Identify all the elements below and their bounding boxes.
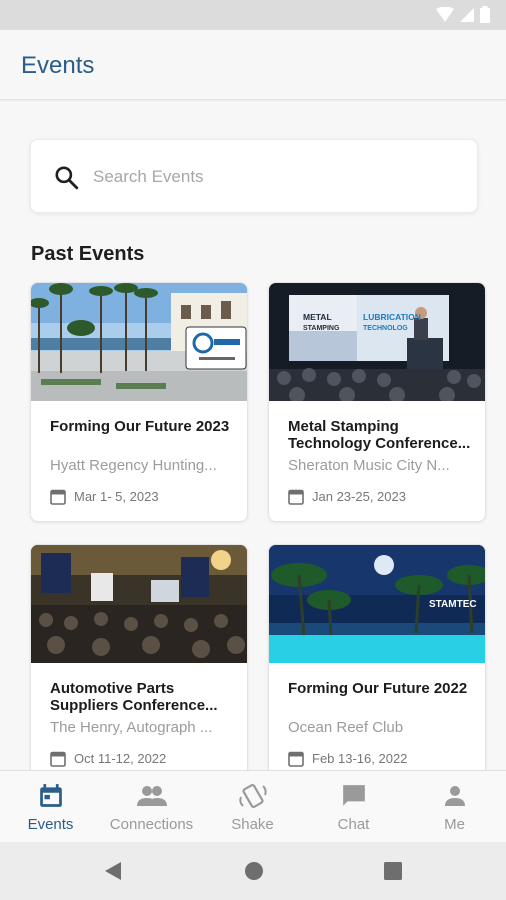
nav-label: Chat <box>337 816 370 833</box>
person-icon <box>444 786 465 806</box>
calendar-icon <box>50 751 66 767</box>
nav-item-events[interactable]: Events <box>0 771 101 843</box>
event-image <box>31 545 247 663</box>
event-image: METAL STAMPING LUBRICATION TECHNOLOG <box>269 283 485 401</box>
section-title: Past Events <box>31 243 145 265</box>
bottom-nav: Events Connections Shake Chat Me <box>0 770 506 842</box>
wifi-icon <box>436 6 454 22</box>
people-icon <box>136 786 167 806</box>
shake-icon <box>238 783 267 809</box>
page-title: Events <box>21 52 95 79</box>
event-card[interactable]: Automotive Parts Suppliers Conference...… <box>30 544 248 784</box>
search-input[interactable] <box>93 162 453 192</box>
nav-label: Events <box>27 816 74 833</box>
event-image: STAMTEC <box>269 545 485 663</box>
back-icon[interactable] <box>103 861 123 881</box>
nav-item-me[interactable]: Me <box>404 771 505 843</box>
event-card[interactable]: METAL STAMPING LUBRICATION TECHNOLOG Met… <box>268 282 486 522</box>
event-title: Forming Our Future 2022 <box>288 680 468 697</box>
search-bar[interactable] <box>30 139 478 213</box>
calendar-icon <box>39 784 62 807</box>
app-bar: Events <box>0 30 506 100</box>
svg-text:STAMTEC: STAMTEC <box>429 599 477 610</box>
event-card[interactable]: STAMTEC Forming Our Future 2022 Ocean Re… <box>268 544 486 784</box>
event-image <box>31 283 247 401</box>
battery-icon <box>480 6 490 23</box>
event-date-row: Jan 23-25, 2023 <box>288 488 406 505</box>
event-title: Metal Stamping Technology Conference... <box>288 418 471 452</box>
status-bar <box>0 0 506 30</box>
nav-label: Connections <box>109 816 194 833</box>
svg-text:STAMPING: STAMPING <box>303 325 340 332</box>
event-card[interactable]: Forming Our Future 2023 Hyatt Regency Hu… <box>30 282 248 522</box>
event-date: Feb 13-16, 2022 <box>312 751 408 766</box>
event-venue: Sheraton Music City N... <box>288 457 450 474</box>
event-date: Mar 1- 5, 2023 <box>74 489 159 504</box>
event-venue: The Henry, Autograph ... <box>50 719 213 736</box>
svg-text:LUBRICATION: LUBRICATION <box>363 312 421 322</box>
event-title: Automotive Parts Suppliers Conference... <box>50 680 218 714</box>
event-date: Oct 11-12, 2022 <box>74 751 167 766</box>
status-icons <box>436 6 490 23</box>
nav-label: Shake <box>231 816 274 833</box>
chat-icon <box>342 785 365 806</box>
event-venue: Hyatt Regency Hunting... <box>50 457 217 474</box>
system-nav-bar <box>0 842 506 900</box>
event-venue: Ocean Reef Club <box>288 719 404 736</box>
event-date-row: Oct 11-12, 2022 <box>50 750 166 767</box>
nav-item-shake[interactable]: Shake <box>202 771 303 843</box>
event-title: Forming Our Future 2023 <box>50 418 230 435</box>
calendar-icon <box>50 489 66 505</box>
calendar-icon <box>288 489 304 505</box>
cellular-signal-icon <box>460 7 474 22</box>
search-icon <box>55 166 79 190</box>
home-icon[interactable] <box>244 861 264 881</box>
event-date-row: Mar 1- 5, 2023 <box>50 488 159 505</box>
svg-text:METAL: METAL <box>303 312 332 322</box>
nav-item-chat[interactable]: Chat <box>303 771 404 843</box>
nav-item-connections[interactable]: Connections <box>101 771 202 843</box>
recents-icon[interactable] <box>384 862 402 880</box>
svg-text:TECHNOLOG: TECHNOLOG <box>363 325 408 332</box>
nav-label: Me <box>444 816 465 833</box>
event-date-row: Feb 13-16, 2022 <box>288 750 407 767</box>
event-date: Jan 23-25, 2023 <box>312 489 406 504</box>
calendar-icon <box>288 751 304 767</box>
